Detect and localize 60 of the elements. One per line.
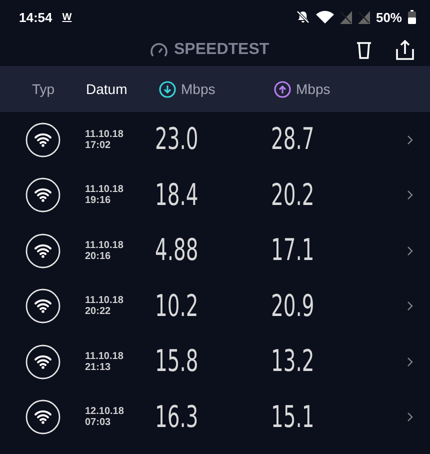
test-date: 11.10.18: [85, 184, 124, 196]
notification-letter: W: [62, 12, 72, 22]
upload-speed: 13.2: [271, 344, 314, 380]
test-date: 11.10.18: [85, 350, 124, 362]
test-date: 11.10.18: [85, 128, 124, 140]
signal-off-icon: [340, 10, 352, 24]
result-row[interactable]: 11.10.18 20:22 10.2 20.9: [0, 278, 430, 334]
download-icon: [159, 80, 176, 98]
chevron-icon: [407, 246, 413, 256]
test-time: 17:02: [85, 140, 112, 151]
test-date: 11.10.18: [85, 240, 124, 251]
wifi-icon: [25, 177, 61, 214]
wifi-icon: [25, 288, 61, 324]
chevron-icon: [407, 412, 413, 422]
wifi-icon: [25, 232, 61, 269]
download-speed: 18.4: [155, 178, 198, 213]
column-header[interactable]: Mbps: [274, 80, 330, 98]
upload-icon: [274, 80, 291, 98]
result-row[interactable]: 11.10.18 20:16 4.88 17.1: [0, 223, 430, 278]
test-date: 11.10.18: [85, 295, 124, 306]
chevron-icon: [407, 190, 413, 200]
download-speed: 10.2: [155, 288, 198, 324]
upload-speed: 28.7: [271, 122, 314, 158]
download-speed: 23.0: [155, 122, 198, 158]
wifi-icon: [25, 122, 61, 158]
upload-speed: 17.1: [271, 233, 314, 268]
upload-speed: 15.1: [271, 400, 314, 435]
trash-icon: [356, 40, 372, 60]
test-date: 12.10.18: [85, 406, 125, 418]
chevron-icon: [407, 134, 413, 145]
battery-percent: 50%: [376, 10, 402, 24]
bell-muted-icon: [296, 10, 310, 24]
column-header[interactable]: Datum: [86, 81, 128, 97]
wifi-icon: [25, 344, 61, 380]
share-icon: [396, 40, 414, 60]
upload-speed: 20.9: [271, 288, 314, 324]
download-speed: 16.3: [155, 400, 198, 435]
result-row[interactable]: 12.10.18 07:03 16.3 15.1: [0, 390, 430, 445]
test-time: 21:13: [85, 362, 112, 373]
battery-icon: [408, 10, 416, 24]
result-row[interactable]: 11.10.18 19:16 18.4 20.2: [0, 168, 430, 223]
status-time: 14:54: [19, 10, 52, 24]
test-time: 19:16: [85, 195, 112, 206]
column-header[interactable]: Mbps: [159, 80, 216, 98]
chevron-icon: [407, 301, 413, 312]
result-row[interactable]: 11.10.18 17:02 23.0 28.7: [0, 112, 430, 168]
test-time: 20:16: [85, 250, 112, 262]
app-title: SPEEDTEST: [174, 41, 270, 59]
test-time: 20:22: [85, 306, 112, 318]
wifi-icon: [25, 399, 61, 436]
test-time: 07:03: [85, 417, 112, 428]
wifi-icon: [316, 10, 334, 24]
signal-off-icon: [358, 10, 370, 24]
gauge-icon: [150, 42, 168, 58]
download-speed: 15.8: [155, 344, 198, 380]
result-row[interactable]: 11.10.18 21:13 15.8 13.2: [0, 334, 430, 390]
download-speed: 4.88: [155, 233, 198, 268]
chevron-icon: [407, 356, 413, 367]
upload-speed: 20.2: [271, 178, 314, 213]
column-header[interactable]: Typ: [32, 81, 55, 97]
